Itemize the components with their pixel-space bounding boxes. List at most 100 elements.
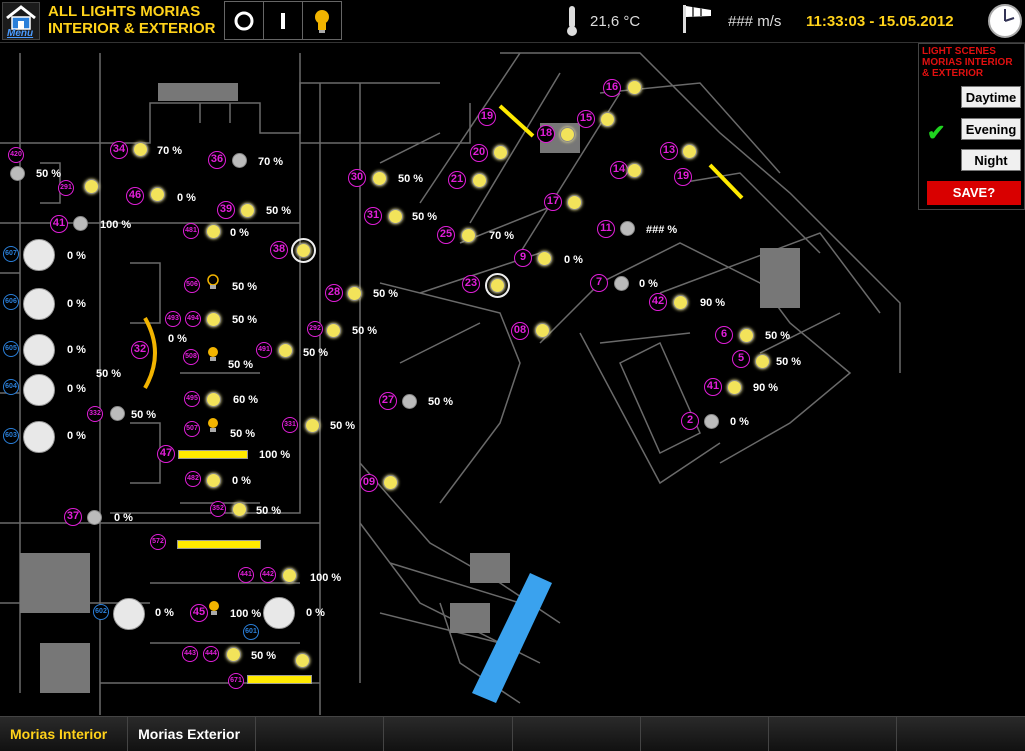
lamp-20[interactable] [493, 145, 508, 160]
lamp-671-bar[interactable] [247, 675, 312, 684]
lamp-352[interactable] [232, 502, 247, 517]
value-420: 50 % [36, 168, 62, 180]
lamp-39[interactable] [240, 203, 255, 218]
tab-empty-5[interactable] [513, 717, 641, 751]
tab-empty-3[interactable] [256, 717, 385, 751]
lamp-21[interactable] [472, 173, 487, 188]
all-on-button[interactable] [264, 2, 303, 39]
lamp-28[interactable] [347, 286, 362, 301]
lamp-25[interactable] [461, 228, 476, 243]
value-47: 100 % [259, 449, 291, 461]
tab-morias-exterior[interactable]: Morias Exterior [128, 717, 257, 751]
lamp-494[interactable] [206, 312, 221, 327]
tab-empty-6[interactable] [641, 717, 769, 751]
lamp-34[interactable] [133, 142, 148, 157]
lamp-17[interactable] [567, 195, 582, 210]
label-09: 09 [360, 474, 378, 492]
fan-604-icon[interactable] [23, 374, 55, 406]
clock-icon[interactable] [987, 3, 1023, 39]
scenes-title-2: MORIAS INTERIOR [922, 57, 1013, 68]
lamp-420[interactable] [10, 166, 25, 181]
mode-button-group [224, 1, 342, 40]
lamp-572-bar[interactable] [177, 540, 261, 549]
tab-empty-8[interactable] [897, 717, 1025, 751]
menu-button[interactable]: Menu [2, 2, 40, 40]
label-2: 2 [681, 412, 699, 430]
tab-empty-7[interactable] [769, 717, 897, 751]
lamp-47-bar[interactable] [178, 450, 248, 459]
value-602: 0 % [155, 607, 174, 619]
thermometer-icon [567, 6, 577, 36]
lamp-41b[interactable] [727, 380, 742, 395]
lamp-27[interactable] [402, 394, 417, 409]
lamp-41[interactable] [73, 216, 88, 231]
lamp-13[interactable] [682, 144, 697, 159]
fan-602-icon[interactable] [113, 598, 145, 630]
value-25: 70 % [489, 230, 515, 242]
fan-605-icon[interactable] [23, 334, 55, 366]
lamp-23[interactable] [485, 273, 510, 298]
lamp-495[interactable] [206, 392, 221, 407]
tab-empty-4[interactable] [384, 717, 513, 751]
lamp-15[interactable] [600, 112, 615, 127]
lamp-37[interactable] [87, 510, 102, 525]
lamp-506-bulb-icon[interactable] [206, 274, 220, 292]
scenes-title-3: & EXTERIOR [922, 68, 984, 79]
lamp-30[interactable] [372, 171, 387, 186]
lamp-09[interactable] [383, 475, 398, 490]
label-34: 34 [110, 141, 128, 159]
lamp-507-bulb-icon[interactable] [206, 417, 220, 435]
fan-603-icon[interactable] [23, 421, 55, 453]
lamp-291[interactable] [84, 179, 99, 194]
value-46: 0 % [177, 192, 196, 204]
lamp-332[interactable] [110, 406, 125, 421]
label-441: 441 [238, 567, 254, 583]
lamp-2[interactable] [704, 414, 719, 429]
lamp-482[interactable] [206, 473, 221, 488]
label-606: 606 [3, 294, 19, 310]
page-title: ALL LIGHTS MORIAS INTERIOR & EXTERIOR [48, 3, 216, 37]
lamp-444[interactable] [226, 647, 241, 662]
all-off-button[interactable] [225, 2, 264, 39]
lamp-36[interactable] [232, 153, 247, 168]
fan-601-icon[interactable] [263, 597, 295, 629]
lamp-18[interactable] [560, 127, 575, 142]
fan-607-icon[interactable] [23, 239, 55, 271]
lamp-46[interactable] [150, 187, 165, 202]
lamp-extra[interactable] [295, 653, 310, 668]
label-28: 28 [325, 284, 343, 302]
lamp-292[interactable] [326, 323, 341, 338]
lamp-38[interactable] [291, 238, 316, 263]
label-31: 31 [364, 207, 382, 225]
lamp-08[interactable] [535, 323, 550, 338]
checkmark-icon: ✔ [927, 120, 946, 145]
lamp-481[interactable] [206, 224, 221, 239]
lamp-331[interactable] [305, 418, 320, 433]
bottom-tab-bar: Morias Interior Morias Exterior [0, 716, 1025, 751]
night-button[interactable]: Night [961, 149, 1021, 171]
fan-606-icon[interactable] [23, 288, 55, 320]
lamp-6[interactable] [739, 328, 754, 343]
evening-button[interactable]: Evening [961, 118, 1021, 140]
value-481: 0 % [230, 227, 249, 239]
lamp-7[interactable] [614, 276, 629, 291]
save-button[interactable]: SAVE? [927, 181, 1021, 205]
lamp-42[interactable] [673, 295, 688, 310]
value-605: 0 % [67, 344, 86, 356]
floor-plan-lines [0, 52, 901, 715]
lamp-31[interactable] [388, 209, 403, 224]
bulb-button[interactable] [303, 2, 341, 39]
lamp-16[interactable] [627, 80, 642, 95]
lamp-5[interactable] [755, 354, 770, 369]
lamp-508-bulb-icon[interactable] [206, 346, 220, 364]
lamp-442[interactable] [282, 568, 297, 583]
lamp-491[interactable] [278, 343, 293, 358]
lamp-45-bulb-icon[interactable] [207, 600, 221, 618]
lamp-14[interactable] [627, 163, 642, 178]
label-20: 20 [470, 144, 488, 162]
daytime-button[interactable]: Daytime [961, 86, 1021, 108]
lamp-11[interactable] [620, 221, 635, 236]
label-9: 9 [514, 249, 532, 267]
tab-morias-interior[interactable]: Morias Interior [0, 717, 129, 751]
lamp-9[interactable] [537, 251, 552, 266]
